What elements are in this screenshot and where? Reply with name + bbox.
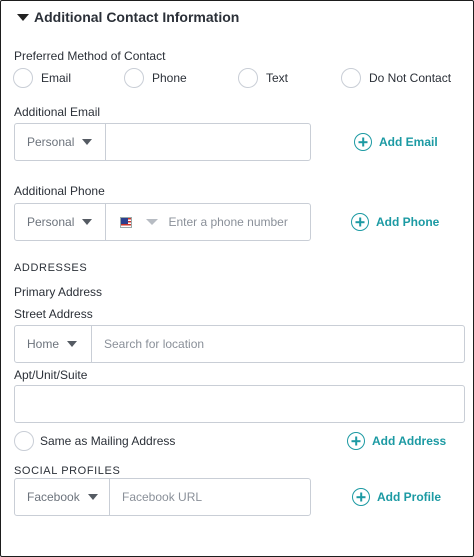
plus-circle-icon bbox=[351, 213, 369, 231]
additional-email-label: Additional Email bbox=[14, 105, 101, 119]
plus-circle-icon bbox=[354, 133, 372, 151]
country-dropdown-triangle-icon[interactable] bbox=[146, 219, 159, 225]
us-flag-icon[interactable] bbox=[120, 216, 133, 228]
radio-text[interactable]: Text bbox=[238, 68, 288, 88]
radio-circle[interactable] bbox=[124, 68, 144, 88]
social-url-input[interactable] bbox=[122, 490, 310, 504]
dropdown-triangle-icon bbox=[87, 494, 98, 500]
radio-circle[interactable] bbox=[238, 68, 258, 88]
street-input-wrap bbox=[92, 326, 464, 362]
primary-address-label: Primary Address bbox=[14, 285, 103, 299]
street-address-input[interactable] bbox=[104, 337, 464, 351]
dropdown-triangle-icon bbox=[67, 341, 78, 347]
add-email-label: Add Email bbox=[379, 135, 438, 149]
plus-circle-icon bbox=[352, 488, 370, 506]
phone-number-input[interactable] bbox=[168, 215, 310, 229]
same-as-mailing-checkbox[interactable] bbox=[14, 431, 34, 451]
radio-email-label: Email bbox=[41, 71, 72, 85]
phone-type-value: Personal bbox=[27, 215, 75, 229]
address-type-value: Home bbox=[27, 337, 60, 351]
radio-do-not-contact-label: Do Not Contact bbox=[369, 71, 452, 85]
add-email-button[interactable]: Add Email bbox=[354, 133, 438, 151]
street-address-field: Home bbox=[14, 325, 465, 363]
social-profiles-heading: SOCIAL PROFILES bbox=[14, 465, 121, 477]
contact-panel: Additional Contact Information Preferred… bbox=[0, 0, 474, 557]
apt-input-wrap bbox=[15, 386, 464, 422]
apt-unit-suite-label: Apt/Unit/Suite bbox=[14, 368, 88, 382]
email-input-wrap bbox=[106, 124, 310, 160]
preferred-contact-label: Preferred Method of Contact bbox=[14, 49, 166, 63]
social-input-wrap bbox=[110, 479, 310, 515]
additional-email-field: Personal bbox=[14, 123, 311, 161]
add-profile-label: Add Profile bbox=[377, 490, 442, 504]
phone-type-dropdown[interactable]: Personal bbox=[15, 204, 106, 240]
same-as-mailing-label: Same as Mailing Address bbox=[40, 434, 176, 448]
additional-phone-label: Additional Phone bbox=[14, 184, 105, 198]
add-phone-button[interactable]: Add Phone bbox=[351, 213, 439, 231]
additional-phone-field: Personal bbox=[14, 203, 311, 241]
add-address-button[interactable]: Add Address bbox=[347, 432, 446, 450]
apt-unit-suite-input[interactable] bbox=[27, 397, 464, 411]
dropdown-triangle-icon bbox=[82, 139, 93, 145]
social-type-value: Facebook bbox=[27, 490, 80, 504]
same-as-mailing-toggle[interactable]: Same as Mailing Address bbox=[14, 431, 175, 451]
radio-circle[interactable] bbox=[13, 68, 33, 88]
email-type-value: Personal bbox=[27, 135, 75, 149]
radio-phone[interactable]: Phone bbox=[124, 68, 187, 88]
add-profile-button[interactable]: Add Profile bbox=[352, 488, 441, 506]
street-address-label: Street Address bbox=[14, 307, 93, 321]
radio-circle[interactable] bbox=[341, 68, 361, 88]
email-type-dropdown[interactable]: Personal bbox=[15, 124, 106, 160]
phone-input-wrap bbox=[106, 204, 310, 240]
dropdown-triangle-icon bbox=[82, 219, 93, 225]
add-phone-label: Add Phone bbox=[376, 215, 440, 229]
address-type-dropdown[interactable]: Home bbox=[15, 326, 92, 362]
section-title: Additional Contact Information bbox=[34, 9, 240, 25]
social-profile-field: Facebook bbox=[14, 478, 311, 516]
caret-down-icon[interactable] bbox=[17, 13, 29, 21]
apt-unit-suite-field bbox=[14, 385, 465, 423]
radio-text-label: Text bbox=[266, 71, 289, 85]
addresses-heading: ADDRESSES bbox=[14, 262, 88, 274]
radio-phone-label: Phone bbox=[152, 71, 187, 85]
add-address-label: Add Address bbox=[372, 434, 447, 448]
additional-email-input[interactable] bbox=[118, 135, 310, 149]
radio-email[interactable]: Email bbox=[13, 68, 71, 88]
plus-circle-icon bbox=[347, 432, 365, 450]
social-type-dropdown[interactable]: Facebook bbox=[15, 479, 110, 515]
section-header[interactable]: Additional Contact Information bbox=[17, 9, 239, 25]
radio-do-not-contact[interactable]: Do Not Contact bbox=[341, 68, 451, 88]
